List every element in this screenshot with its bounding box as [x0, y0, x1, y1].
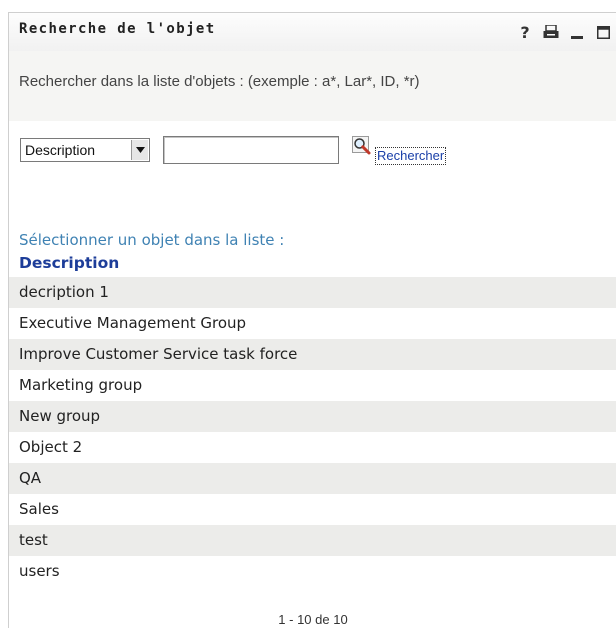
list-item[interactable]: Sales [9, 494, 616, 525]
search-instructions: Rechercher dans la liste d'objets : (exe… [19, 73, 420, 90]
list-item[interactable]: test [9, 525, 616, 556]
list-item[interactable]: decription 1 [9, 277, 616, 308]
dropdown-arrow-icon[interactable] [131, 140, 148, 160]
search-button[interactable]: Rechercher [375, 147, 447, 165]
help-icon[interactable]: ? [512, 21, 538, 43]
column-header-description[interactable]: Description [19, 254, 119, 272]
print-icon[interactable] [538, 21, 564, 43]
magnifier-icon[interactable] [352, 136, 374, 158]
pagination-info: 1 - 10 de 10 [278, 612, 348, 627]
panel-title: Recherche de l'objet [19, 21, 216, 37]
panel-titlebar: Recherche de l'objet ? [9, 13, 616, 52]
list-item[interactable]: Object 2 [9, 432, 616, 463]
list-item[interactable]: QA [9, 463, 616, 494]
list-item[interactable]: Improve Customer Service task force [9, 339, 616, 370]
list-item[interactable]: New group [9, 401, 616, 432]
minimize-icon[interactable] [564, 21, 590, 43]
maximize-icon[interactable] [590, 21, 616, 43]
list-item[interactable]: Marketing group [9, 370, 616, 401]
list-item[interactable]: users [9, 556, 616, 587]
search-field-select[interactable]: Description [20, 138, 150, 162]
list-item[interactable]: Executive Management Group [9, 308, 616, 339]
instructions-area: Rechercher dans la liste d'objets : (exe… [9, 51, 616, 121]
object-search-panel: Recherche de l'objet ? Rechercher dans l… [8, 12, 616, 628]
window-controls: ? [512, 17, 616, 47]
list-caption: Sélectionner un objet dans la liste : [19, 231, 285, 249]
search-field-value: Description [25, 142, 96, 158]
search-query-input[interactable] [163, 136, 339, 164]
results-list: decription 1 Executive Management Group … [9, 277, 616, 587]
